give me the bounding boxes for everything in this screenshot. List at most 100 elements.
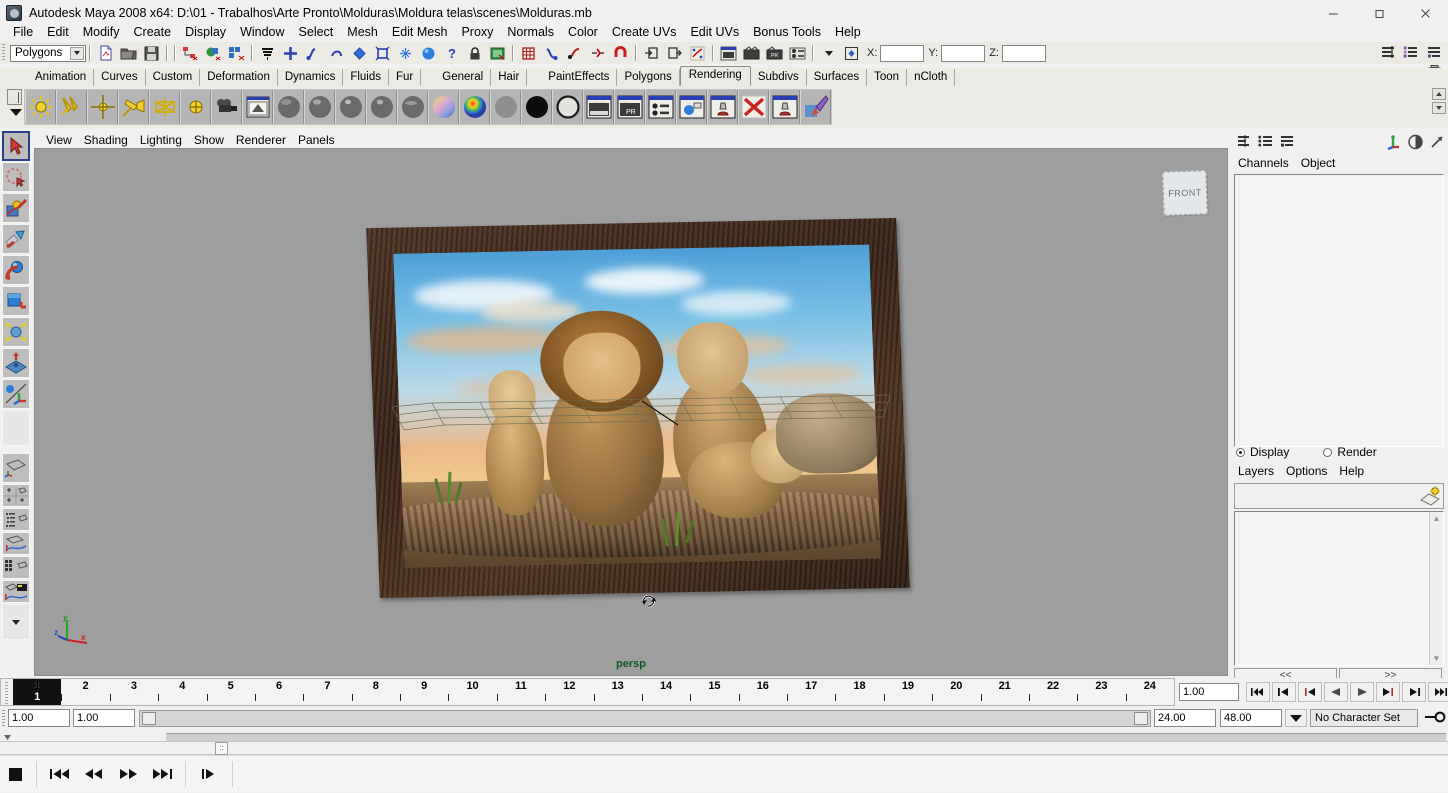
show-manipulator-tool[interactable]	[2, 379, 30, 409]
range-right-knob[interactable]	[1134, 711, 1148, 725]
menu-edit-uvs[interactable]: Edit UVs	[683, 23, 746, 41]
shelf-tab-rendering[interactable]: Rendering	[679, 66, 751, 86]
shelf-tab-dynamics[interactable]: Dynamics	[278, 69, 344, 86]
select-by-hierarchy-icon[interactable]	[180, 43, 201, 63]
delete-render-node-icon[interactable]	[738, 90, 769, 124]
snap-to-point-icon[interactable]	[326, 43, 347, 63]
phong-material-icon[interactable]	[335, 90, 366, 124]
layered-shader-icon[interactable]	[428, 90, 459, 124]
channel-box-list[interactable]	[1234, 174, 1444, 447]
layer-list-scrollbar[interactable]: ▲ ▼	[1429, 512, 1443, 665]
menu-edit[interactable]: Edit	[40, 23, 76, 41]
step-button[interactable]	[192, 759, 226, 789]
step-forward-keyframe-button[interactable]	[1402, 682, 1426, 702]
viewport-menu-shading[interactable]: Shading	[78, 132, 134, 148]
channels-menu[interactable]: Channels	[1232, 155, 1295, 171]
auto-keyframe-icon[interactable]	[1424, 710, 1446, 727]
render-node-sphere-icon[interactable]	[418, 43, 439, 63]
menu-color[interactable]: Color	[561, 23, 605, 41]
help-menu[interactable]: Help	[1333, 463, 1370, 479]
batch-render-shelf-icon[interactable]	[645, 90, 676, 124]
numeric-input-mode-icon[interactable]	[841, 43, 862, 63]
shelf-tab-polygons[interactable]: Polygons	[617, 69, 680, 86]
surface-shader-icon[interactable]	[490, 90, 521, 124]
coord-y-input[interactable]	[941, 44, 986, 62]
new-scene-icon[interactable]	[95, 43, 116, 63]
framed-lion-picture[interactable]	[366, 218, 910, 598]
layers-menu[interactable]: Layers	[1232, 463, 1280, 479]
shelf-tab-custom[interactable]: Custom	[146, 69, 201, 86]
rewind-button[interactable]	[77, 759, 111, 789]
render-current-frame-icon[interactable]	[718, 43, 739, 63]
snap-to-curve-icon[interactable]	[303, 43, 324, 63]
menu-normals[interactable]: Normals	[500, 23, 561, 41]
range-start-field[interactable]: 1.00	[73, 709, 135, 727]
spot-light-icon[interactable]	[118, 90, 149, 124]
enter-isolate-icon[interactable]	[641, 43, 662, 63]
attribute-editor-icon[interactable]	[1378, 43, 1399, 63]
new-layer-icon[interactable]	[1419, 486, 1441, 509]
select-by-component-icon[interactable]	[226, 43, 247, 63]
viewport-menu-renderer[interactable]: Renderer	[230, 132, 292, 148]
skip-to-end-button[interactable]	[145, 759, 179, 789]
perspective-viewport[interactable]: FRONT y x z persp	[34, 148, 1228, 676]
make-live-icon[interactable]	[372, 43, 393, 63]
shading-map-icon[interactable]	[552, 90, 583, 124]
shelf-tab-fluids[interactable]: Fluids	[343, 69, 390, 86]
range-slider-grip[interactable]	[0, 708, 8, 728]
render-globals-icon[interactable]	[487, 43, 508, 63]
menu-create[interactable]: Create	[127, 23, 179, 41]
input-connections-icon[interactable]	[541, 43, 562, 63]
magnet-snap-icon[interactable]	[610, 43, 631, 63]
attribute-list-icon[interactable]	[1276, 132, 1298, 152]
numeric-input-dropdown-icon[interactable]	[818, 43, 839, 63]
viewport-menu-view[interactable]: View	[40, 132, 78, 148]
last-tool-used[interactable]	[2, 410, 30, 446]
shelf-tab-hair[interactable]: Hair	[491, 69, 528, 86]
tool-settings-icon[interactable]	[1424, 43, 1445, 63]
paint-select-tool[interactable]	[2, 193, 30, 223]
open-scene-icon[interactable]	[118, 43, 139, 63]
paint-effects-icon[interactable]	[800, 90, 831, 124]
snap-to-grid-icon[interactable]	[280, 43, 301, 63]
lasso-select-tool[interactable]	[2, 162, 30, 192]
shelf-tab-general[interactable]: General	[435, 69, 492, 86]
snap-to-view-plane-icon[interactable]	[349, 43, 370, 63]
select-by-object-icon[interactable]	[203, 43, 224, 63]
play-forwards-button[interactable]	[1350, 682, 1374, 702]
tool-settings-icon[interactable]	[1426, 132, 1448, 152]
shelf-tab-ncloth[interactable]: nCloth	[907, 69, 956, 86]
display-mode-radio[interactable]	[1236, 447, 1245, 457]
persp-graph-layout[interactable]	[2, 532, 30, 555]
object-menu[interactable]: Object	[1295, 155, 1342, 171]
shelf-tab-curves[interactable]: Curves	[94, 69, 146, 86]
play-backwards-button[interactable]	[1324, 682, 1348, 702]
anim-start-field[interactable]: 1.00	[8, 709, 70, 727]
point-light-icon[interactable]	[87, 90, 118, 124]
use-background-icon[interactable]	[521, 90, 552, 124]
viewport-menu-show[interactable]: Show	[188, 132, 230, 148]
select-tool[interactable]	[2, 131, 30, 161]
lambert-material-icon[interactable]	[273, 90, 304, 124]
batch-render-icon[interactable]: PR	[764, 43, 785, 63]
render-settings-shelf-icon[interactable]	[676, 90, 707, 124]
render-current-frame-shelf-icon[interactable]	[583, 90, 614, 124]
menu-file[interactable]: File	[6, 23, 40, 41]
character-set-field[interactable]: No Character Set	[1310, 709, 1418, 727]
shelf-tab-painteffects[interactable]: PaintEffects	[541, 69, 618, 86]
menu-display[interactable]: Display	[178, 23, 233, 41]
single-perspective-layout[interactable]	[2, 453, 30, 483]
shelf-tab-fur[interactable]: Fur	[389, 69, 422, 86]
statusline-grip[interactable]	[0, 42, 8, 64]
exit-isolate-icon[interactable]	[664, 43, 685, 63]
volume-light-icon[interactable]	[180, 90, 211, 124]
step-back-frame-button[interactable]	[1298, 682, 1322, 702]
output-connections-icon[interactable]	[564, 43, 585, 63]
shelf-tab-deformation[interactable]: Deformation	[200, 69, 278, 86]
lock-icon[interactable]	[464, 43, 485, 63]
shelf-scroll-down-button[interactable]	[1432, 102, 1446, 114]
ramp-shader-icon[interactable]	[459, 90, 490, 124]
shelf-tab-subdivs[interactable]: Subdivs	[751, 69, 807, 86]
coord-x-input[interactable]	[880, 44, 925, 62]
step-back-keyframe-button[interactable]	[1272, 682, 1296, 702]
